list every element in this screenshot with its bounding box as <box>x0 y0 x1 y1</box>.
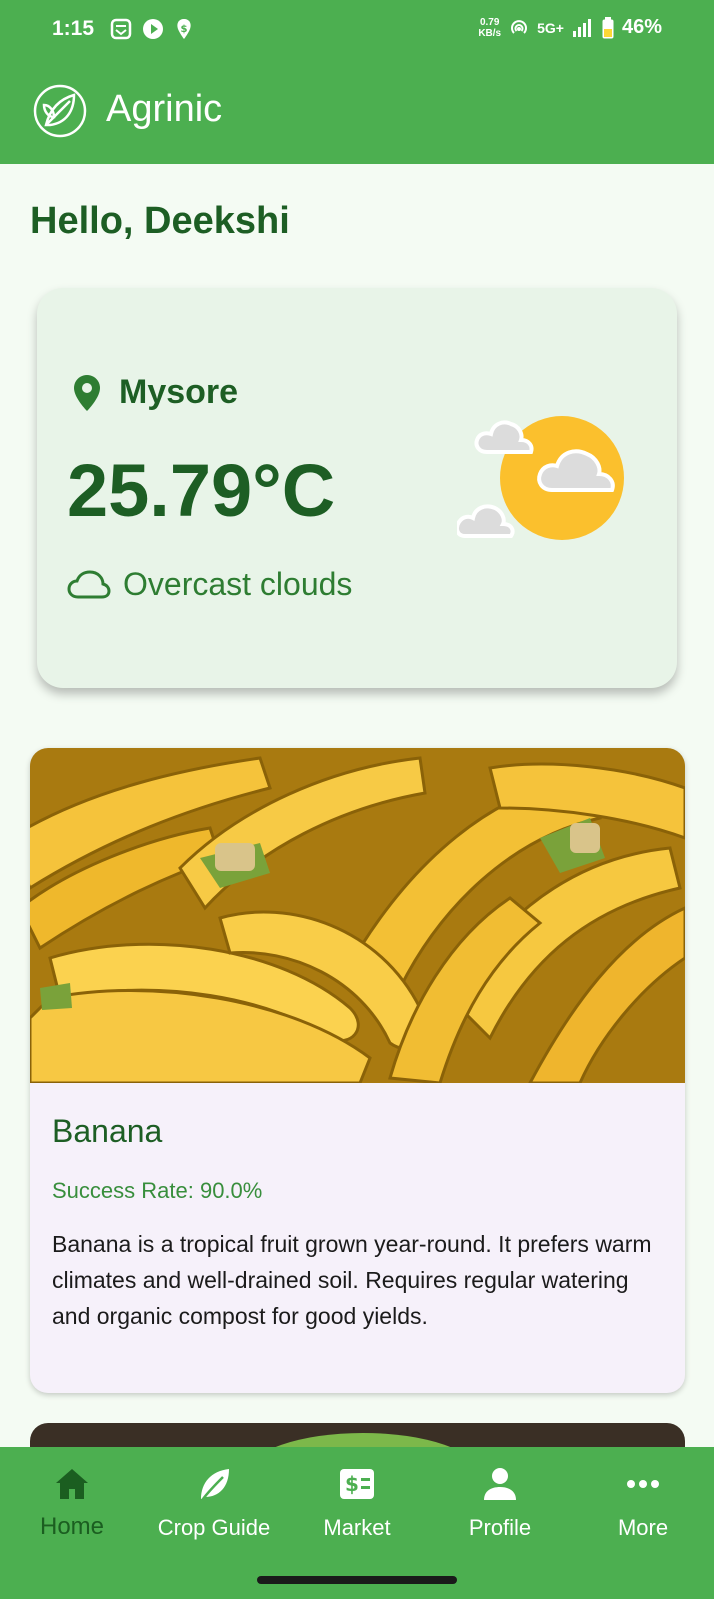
location-row: Mysore <box>73 373 238 412</box>
hotspot-icon <box>511 19 528 34</box>
nav-home-label: Home <box>39 1513 105 1540</box>
condition-row: Overcast clouds <box>67 566 352 603</box>
status-right: 0.79 KB/s 5G+ 46% <box>478 16 662 39</box>
app-title: Agrinic <box>106 88 223 130</box>
person-icon <box>484 1468 516 1500</box>
nav-crop-guide[interactable]: Crop Guide <box>144 1465 284 1555</box>
cloud-icon <box>67 569 111 598</box>
greeting-heading: Hello, Deekshi <box>30 200 290 242</box>
more-icon <box>627 1480 659 1488</box>
leaf-icon <box>201 1469 229 1500</box>
money-icon: $ <box>340 1469 374 1499</box>
network-type: 5G+ <box>537 19 564 36</box>
status-time: 1:15 <box>52 17 95 40</box>
nav-more-label: More <box>617 1515 669 1540</box>
crop-name: Banana <box>52 1113 163 1149</box>
svg-text:$: $ <box>345 1472 359 1496</box>
nav-profile[interactable]: Profile <box>430 1465 570 1555</box>
location-name: Mysore <box>119 373 239 411</box>
nav-market-label: Market <box>323 1515 391 1540</box>
notification-icons: $ <box>110 18 194 40</box>
signal-icon <box>572 18 591 37</box>
nav-profile-label: Profile <box>468 1515 532 1540</box>
nav-crop-guide-label: Crop Guide <box>157 1515 271 1540</box>
agrinic-logo-icon <box>33 84 87 138</box>
home-icon <box>56 1469 88 1499</box>
crop-card[interactable]: Banana Success Rate: 90.0% Banana is a t… <box>30 748 685 1393</box>
banana-image <box>30 748 685 1083</box>
net-speed-unit: KB/s <box>478 27 502 39</box>
crop-success-rate: Success Rate: 90.0% <box>52 1178 263 1203</box>
money-notification-icon: $ <box>177 19 191 39</box>
temperature-value: 25.79°C <box>67 449 336 532</box>
weather-card[interactable]: Mysore 25.79°C Overcast clouds <box>37 288 677 688</box>
gesture-bar[interactable] <box>257 1576 457 1584</box>
gallery-icon <box>110 18 132 40</box>
nav-home[interactable]: Home <box>2 1465 142 1555</box>
svg-text:$: $ <box>181 24 188 35</box>
nav-more[interactable]: More <box>573 1465 713 1555</box>
partly-cloudy-icon <box>457 416 624 540</box>
location-pin-icon <box>74 374 100 411</box>
play-icon <box>143 19 163 39</box>
battery-icon <box>602 16 614 38</box>
crop-description: Banana is a tropical fruit grown year-ro… <box>52 1231 652 1329</box>
battery-percent: 46% <box>621 16 662 38</box>
net-speed: 0.79 KB/s <box>478 17 501 39</box>
app-bar: Agrinic <box>0 60 714 164</box>
net-speed-value: 0.79 <box>479 16 500 28</box>
app-header: 1:15 $ 0.79 KB/s 5G+ 46% Agrinic <box>0 0 714 164</box>
condition-text: Overcast clouds <box>123 566 353 602</box>
status-bar: 1:15 $ 0.79 KB/s 5G+ 46% <box>0 0 714 60</box>
nav-market[interactable]: $ Market <box>287 1465 427 1555</box>
